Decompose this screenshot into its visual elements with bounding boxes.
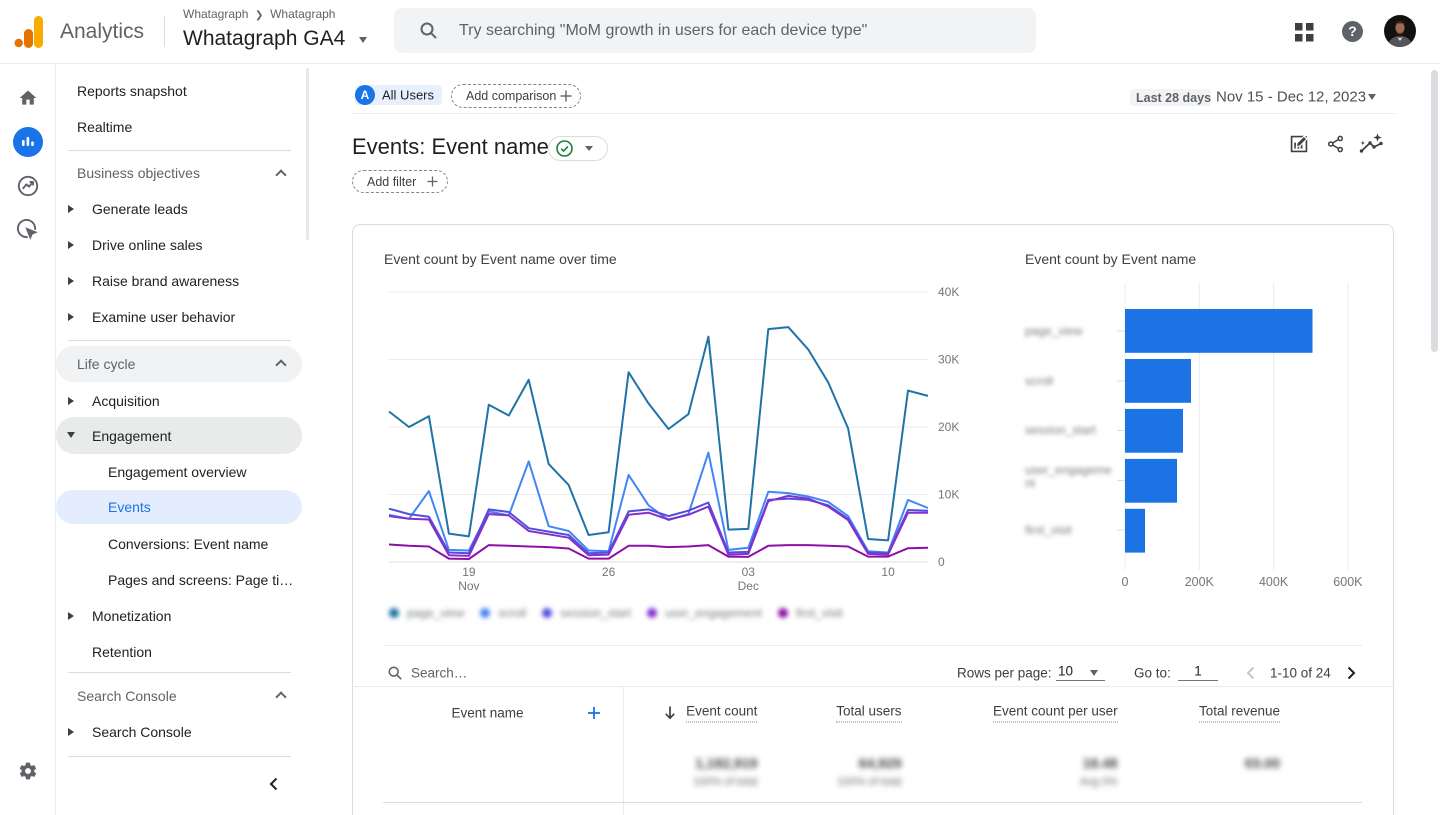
- svg-text:03: 03: [742, 565, 756, 579]
- svg-text:600K: 600K: [1333, 575, 1363, 589]
- svg-text:0: 0: [1122, 575, 1129, 589]
- svg-text:200K: 200K: [1185, 575, 1215, 589]
- svg-text:40K: 40K: [938, 285, 959, 299]
- svg-text:0: 0: [938, 555, 945, 569]
- svg-text:26: 26: [602, 565, 616, 579]
- svg-text:10K: 10K: [938, 488, 959, 502]
- svg-text:30K: 30K: [938, 353, 959, 367]
- svg-text:400K: 400K: [1259, 575, 1289, 589]
- svg-text:Dec: Dec: [738, 579, 759, 593]
- svg-text:Nov: Nov: [458, 579, 479, 593]
- svg-text:10: 10: [881, 565, 895, 579]
- svg-text:19: 19: [462, 565, 476, 579]
- svg-text:20K: 20K: [938, 420, 959, 434]
